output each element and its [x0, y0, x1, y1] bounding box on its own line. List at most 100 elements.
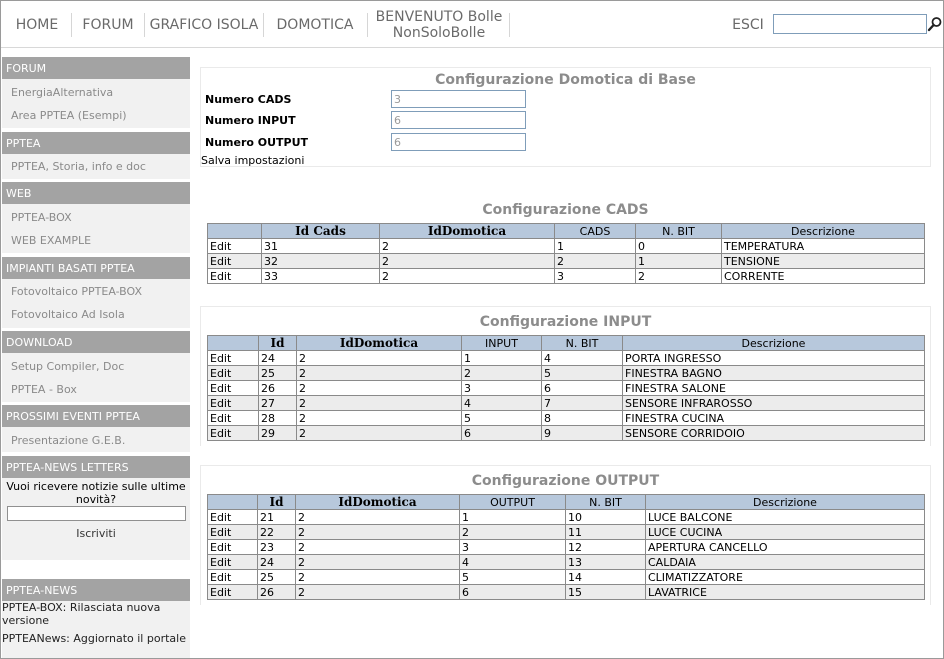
save-settings-link[interactable]: Salva impostazioni	[201, 154, 304, 167]
cell-iddomotica: 2	[295, 569, 460, 585]
cell-nbit: 2	[635, 268, 722, 284]
cell-nbit: 11	[565, 524, 646, 540]
newsletter-prompt: Vuoi ricevere notizie sulle ultime novit…	[6, 480, 186, 506]
sidebar-item-energia-alternativa[interactable]: EnergiaAlternativa	[2, 83, 190, 101]
cell-nbit: 9	[541, 425, 623, 441]
config-base-panel: Configurazione Domotica di Base Numero C…	[200, 67, 931, 167]
sidebar-item-pptea-box[interactable]: PPTEA-BOX	[2, 208, 190, 226]
col-header-descrizione: Descrizione	[645, 494, 925, 510]
nav-separator	[509, 13, 510, 37]
edit-link[interactable]: Edit	[207, 410, 259, 426]
cell-id: 22	[257, 524, 296, 540]
edit-link[interactable]: Edit	[207, 268, 262, 284]
col-header-edit	[207, 335, 259, 351]
cell-descrizione: CORRENTE	[721, 268, 925, 284]
table-row: Edit 24 2 1 4 PORTA INGRESSO	[207, 350, 925, 366]
cell-iddomotica: 2	[295, 539, 460, 555]
nav-separator	[71, 13, 72, 37]
edit-link[interactable]: Edit	[207, 425, 259, 441]
col-header-nbit: N. BIT	[635, 223, 722, 239]
cell-iddomotica: 2	[295, 584, 460, 600]
edit-link[interactable]: Edit	[207, 584, 258, 600]
cell-nbit: 4	[541, 350, 623, 366]
cell-descrizione: LAVATRICE	[645, 584, 925, 600]
col-header-edit	[207, 223, 262, 239]
cell-nbit: 5	[541, 365, 623, 381]
cell-index: 4	[461, 395, 542, 411]
table-row: Edit 29 2 6 9 SENSORE CORRIDOIO	[207, 425, 925, 441]
cell-iddomotica: 2	[296, 410, 462, 426]
edit-link[interactable]: Edit	[207, 350, 259, 366]
cell-iddomotica: 2	[379, 253, 555, 269]
news-item-pptea-box[interactable]: PPTEA-BOX: Rilasciata nuova versione	[2, 601, 190, 627]
nav-forum-link[interactable]: FORUM	[79, 1, 137, 49]
col-header-id: Id	[257, 494, 296, 510]
cell-descrizione: CALDAIA	[645, 554, 925, 570]
nav-domotica-link[interactable]: DOMOTICA	[271, 1, 359, 49]
sidebar-item-web-example[interactable]: WEB EXAMPLE	[2, 231, 190, 249]
cell-nbit: 8	[541, 410, 623, 426]
cell-id: 24	[257, 554, 296, 570]
sidebar-item-pptea-box-download[interactable]: PPTEA - Box	[2, 380, 190, 398]
logout-link[interactable]: ESCI	[727, 1, 769, 49]
sidebar-item-pptea-storia[interactable]: PPTEA, Storia, info e doc	[2, 157, 190, 175]
search-icon[interactable]	[927, 15, 943, 33]
cell-id: 26	[258, 380, 297, 396]
edit-link[interactable]: Edit	[207, 569, 258, 585]
output-count-input[interactable]: 6	[391, 133, 526, 151]
edit-link[interactable]: Edit	[207, 524, 258, 540]
search-input[interactable]	[773, 14, 927, 34]
edit-link[interactable]: Edit	[207, 395, 259, 411]
cell-nbit: 0	[635, 238, 722, 254]
col-header-iddomotica: IdDomotica	[296, 335, 462, 351]
input-table: Id IdDomotica INPUT N. BIT Descrizione E…	[207, 335, 925, 441]
edit-link[interactable]: Edit	[207, 380, 259, 396]
cell-descrizione: TENSIONE	[721, 253, 925, 269]
sidebar-item-fotovoltaico-box[interactable]: Fotovoltaico PPTEA-BOX	[2, 282, 190, 300]
col-header-iddomotica: IdDomotica	[379, 223, 555, 239]
edit-link[interactable]: Edit	[207, 539, 258, 555]
table-row: Edit 22 2 2 11 LUCE CUCINA	[207, 524, 925, 540]
edit-link[interactable]: Edit	[207, 554, 258, 570]
table-row: Edit 25 2 2 5 FINESTRA BAGNO	[207, 365, 925, 381]
newsletter-subscribe-button[interactable]: Iscriviti	[2, 527, 190, 540]
sidebar-header-impianti: IMPIANTI BASATI PPTEA	[2, 257, 190, 279]
nav-grafico-isola-link[interactable]: GRAFICO ISOLA	[147, 1, 261, 49]
col-header-descrizione: Descrizione	[721, 223, 925, 239]
edit-link[interactable]: Edit	[207, 253, 262, 269]
cads-table: Id Cads IdDomotica CADS N. BIT Descrizio…	[207, 223, 925, 284]
sidebar-item-area-pptea[interactable]: Area PPTEA (Esempi)	[2, 106, 190, 124]
sidebar-item-presentazione[interactable]: Presentazione G.E.B.	[2, 431, 190, 449]
cads-title: Configurazione CADS	[482, 202, 649, 218]
cell-iddomotica: 2	[296, 395, 462, 411]
cell-descrizione: APERTURA CANCELLO	[645, 539, 925, 555]
cell-id: 29	[258, 425, 297, 441]
cell-descrizione: FINESTRA SALONE	[622, 380, 925, 396]
cads-count-input[interactable]: 3	[391, 90, 526, 108]
news-item-portale[interactable]: PPTEANews: Aggiornato il portale	[2, 632, 190, 645]
cell-index: 1	[554, 238, 636, 254]
table-row: Edit 24 2 4 13 CALDAIA	[207, 554, 925, 570]
edit-link[interactable]: Edit	[207, 509, 258, 525]
cell-index: 4	[459, 554, 566, 570]
output-table: Id IdDomotica OUTPUT N. BIT Descrizione …	[207, 494, 925, 600]
output-title: Configurazione OUTPUT	[471, 473, 660, 489]
cell-index: 2	[461, 365, 542, 381]
edit-link[interactable]: Edit	[207, 365, 259, 381]
newsletter-email-input[interactable]	[7, 506, 186, 521]
sidebar-item-fotovoltaico-isola[interactable]: Fotovoltaico Ad Isola	[2, 305, 190, 323]
sidebar-item-setup-compiler[interactable]: Setup Compiler, Doc	[2, 357, 190, 375]
cell-descrizione: LUCE BALCONE	[645, 509, 925, 525]
cell-iddomotica: 2	[379, 238, 555, 254]
config-base-title: Configurazione Domotica di Base	[435, 72, 696, 88]
cell-descrizione: SENSORE CORRIDOIO	[622, 425, 925, 441]
nav-separator	[263, 13, 264, 37]
nav-home-link[interactable]: HOME	[9, 1, 65, 49]
cell-descrizione: CLIMATIZZATORE	[645, 569, 925, 585]
table-row: Edit 25 2 5 14 CLIMATIZZATORE	[207, 569, 925, 585]
col-header-descrizione: Descrizione	[622, 335, 925, 351]
col-header-output: OUTPUT	[459, 494, 566, 510]
cell-descrizione: PORTA INGRESSO	[622, 350, 925, 366]
input-count-input[interactable]: 6	[391, 111, 526, 129]
edit-link[interactable]: Edit	[207, 238, 262, 254]
